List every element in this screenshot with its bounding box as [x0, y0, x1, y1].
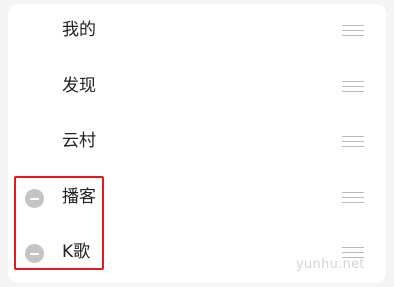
watermark: yunhu.net [296, 257, 365, 272]
drag-handle-icon[interactable] [342, 136, 364, 150]
drag-handle-icon[interactable] [342, 192, 364, 206]
nav-item-faxian[interactable]: 发现 [8, 66, 386, 106]
nav-item-wode[interactable]: 我的 [8, 10, 386, 50]
nav-item-yuncun[interactable]: 云村 [8, 121, 386, 161]
nav-item-label: 发现 [62, 76, 96, 96]
drag-handle-icon[interactable] [342, 25, 364, 39]
drag-handle-icon[interactable] [342, 81, 364, 95]
highlight-annotation-box [14, 176, 104, 270]
nav-item-label: 云村 [62, 131, 96, 151]
nav-item-label: 我的 [62, 20, 96, 40]
